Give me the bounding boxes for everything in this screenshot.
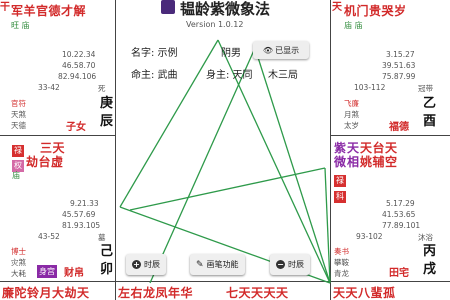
name-label: 名字: 示例 <box>131 48 178 59</box>
palace-mao-status: 庙 <box>12 171 20 180</box>
show-toggle-label: 已显示 <box>275 45 300 55</box>
next-hour-button[interactable]: − 时辰 <box>270 254 310 275</box>
palace-si-branch: 辰 <box>100 114 114 129</box>
palace-you-stars: 机门贵哭岁 <box>344 4 407 18</box>
bottom-right-stars-1: 七天天天天 <box>226 286 289 300</box>
palace-xu-minor-1: 奏书 <box>334 247 349 256</box>
palace-si-status: 旺 庙 <box>11 21 30 30</box>
palace-you-minor-1: 飞廉 <box>344 99 359 108</box>
palace-mao-age-3: 81.93.105 <box>62 221 101 230</box>
wei-star: 微 <box>334 155 347 169</box>
palace-xu-age-1: 5.17.29 <box>386 199 415 208</box>
bureau-label: 木三局 <box>268 70 298 81</box>
palace-si-minor-1: 官符 <box>11 99 26 108</box>
eye-icon: 👁 <box>262 45 274 55</box>
body-palace-tag: 身宫 <box>37 265 57 278</box>
palace-you-stars-partial: 天 <box>332 2 343 13</box>
app-title: 韫龄紫微象法 <box>180 0 271 18</box>
palace-you-age-1: 3.15.27 <box>386 50 415 59</box>
palace-mao-minor-1: 博士 <box>11 247 26 256</box>
palace-mao-minor-2: 灾煞 <box>11 258 26 267</box>
palace-you-stage: 冠带 <box>418 84 433 93</box>
shen-zhu-label: 身主: 天同 <box>206 70 253 81</box>
gender-label: 阴男 <box>221 48 241 59</box>
app-logo <box>161 0 175 14</box>
palace-you-minor-3: 太岁 <box>344 121 359 130</box>
palace-si-range: 33-42 <box>38 83 60 92</box>
palace-si-age-1: 10.22.34 <box>62 50 96 59</box>
brush-button[interactable]: ✎ 画笔功能 <box>190 254 245 275</box>
palace-xu-minor-3: 青龙 <box>334 269 349 278</box>
palace-xu-minor-2: 攀鞍 <box>334 258 349 267</box>
palace-xu-range: 93-102 <box>356 232 383 241</box>
palace-you-range: 103-112 <box>354 83 386 92</box>
palace-si-age-3: 82.94.106 <box>58 72 97 81</box>
pencil-icon: ✎ <box>196 259 204 270</box>
palace-xu-partial-2: 相 <box>347 155 360 169</box>
palace-you-minor-2: 月煞 <box>344 110 359 119</box>
ming-zhu-label: 命主: 武曲 <box>131 70 178 81</box>
palace-xu-age-3: 77.89.101 <box>382 221 421 230</box>
palace-si-minor-2: 天煞 <box>11 110 26 119</box>
palace-si-name: 子女 <box>66 122 86 133</box>
bottom-right-stars-2: 天天八蜚孤 <box>333 286 396 300</box>
palace-you-stem: 乙 <box>423 96 437 111</box>
palace-xu-branch: 戌 <box>423 262 437 277</box>
next-hour-label: 时辰 <box>288 260 304 269</box>
palace-mao-age-1: 9.21.33 <box>70 199 99 208</box>
minus-icon: − <box>276 260 285 269</box>
palace-you-age-3: 75.87.99 <box>382 72 416 81</box>
hua-ke-badge: 科 <box>334 184 346 203</box>
palace-si-minor-3: 天德 <box>11 121 26 130</box>
palace-si-stars: 军羊官德才解 <box>11 4 87 18</box>
palace-mao-name: 财帛 <box>64 268 84 279</box>
brush-label: 画笔功能 <box>206 260 239 269</box>
palace-mao-stars-row2: 劫台虚 <box>26 155 64 169</box>
hua-ke-label: 科 <box>334 191 346 203</box>
palace-mao-range: 43-52 <box>38 232 60 241</box>
palace-xu-stage: 沐浴 <box>418 233 433 242</box>
palace-you-age-2: 39.51.63 <box>382 61 416 70</box>
app-version: Version 1.0.12 <box>186 20 244 29</box>
palace-mao-stage: 墓 <box>98 233 106 242</box>
show-toggle-button[interactable]: 👁 已显示 <box>253 41 309 59</box>
palace-xu-stars-row2: 姚辅空 <box>360 155 398 169</box>
palace-si-stars-partial: 干 <box>0 2 11 13</box>
plus-icon: + <box>132 260 141 269</box>
palace-you-branch: 酉 <box>423 114 437 129</box>
palace-si-age-2: 46.58.70 <box>62 61 96 70</box>
prev-hour-label: 时辰 <box>144 260 160 269</box>
palace-mao-branch: 卯 <box>100 262 114 277</box>
bottom-left-stars: 廉陀铃月大劫天 <box>2 286 90 300</box>
palace-you-name: 福德 <box>389 122 409 133</box>
palace-si-stem: 庚 <box>100 96 114 111</box>
prev-hour-button[interactable]: + 时辰 <box>126 254 166 275</box>
palace-mao-minor-3: 大耗 <box>11 269 26 278</box>
palace-you-status: 庙 庙 <box>344 21 363 30</box>
bottom-mid-stars: 左右龙凤年华 <box>118 286 194 300</box>
palace-xu-name: 田宅 <box>389 268 409 279</box>
palace-xu-stem: 丙 <box>423 244 437 259</box>
palace-si-stage: 死 <box>98 84 106 93</box>
palace-xu-age-2: 41.53.65 <box>382 210 416 219</box>
palace-mao-stem: 己 <box>100 244 114 259</box>
palace-mao-age-2: 45.57.69 <box>62 210 96 219</box>
